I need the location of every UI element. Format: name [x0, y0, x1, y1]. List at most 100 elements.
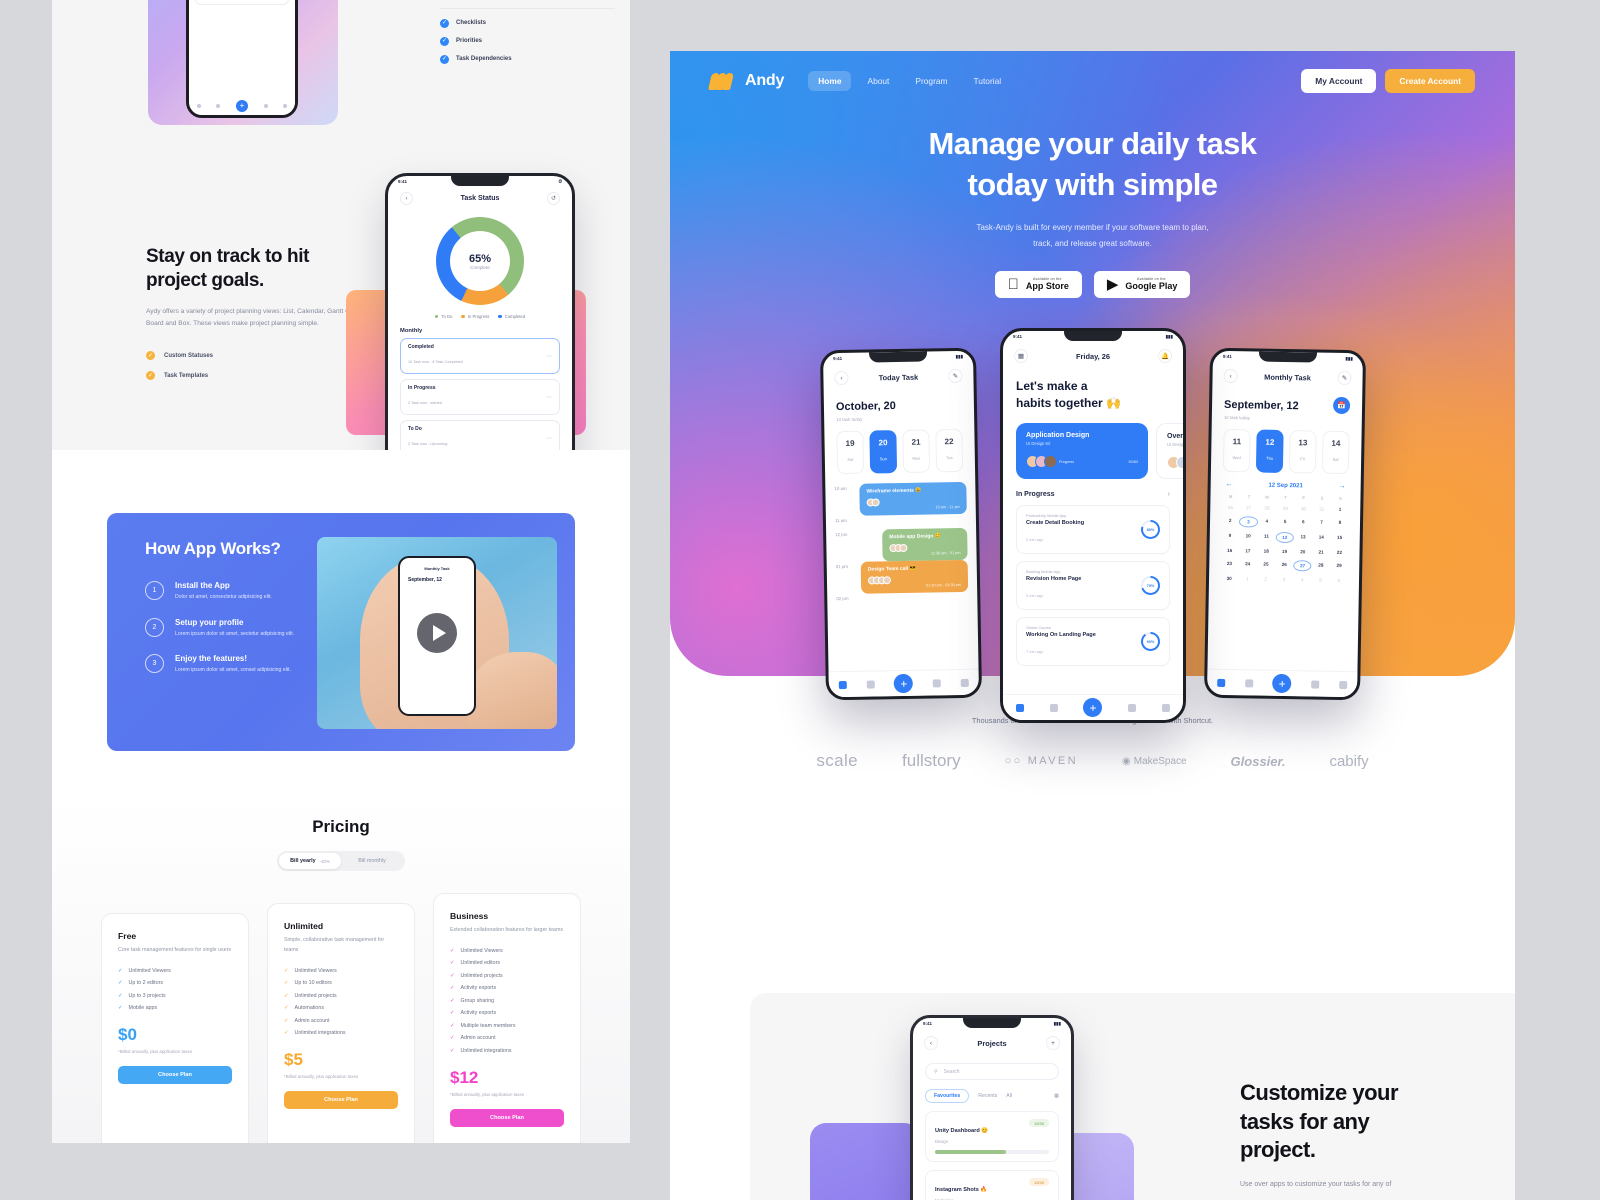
calendar-date[interactable]: 2: [1221, 516, 1239, 527]
home-icon[interactable]: [1217, 678, 1226, 687]
folder-icon[interactable]: [216, 104, 221, 108]
calendar-date[interactable]: 4: [1257, 517, 1275, 528]
calendar-date[interactable]: 17: [1239, 546, 1257, 555]
bill-yearly-option[interactable]: Bill yearly -40%: [279, 853, 341, 869]
profile-icon[interactable]: [1339, 680, 1348, 689]
day-chip[interactable]: 22 Tue: [935, 428, 964, 473]
bell-icon[interactable]: 🔔: [1158, 349, 1172, 363]
app-store-badge[interactable]:  Available on the App Store: [994, 270, 1082, 298]
project-tabs[interactable]: Favourites Recents All ▦: [913, 1080, 1071, 1103]
create-account-button[interactable]: Create Account: [1385, 69, 1475, 93]
grid-icon[interactable]: ▦: [1014, 349, 1028, 363]
add-button[interactable]: +: [1272, 673, 1292, 694]
back-icon[interactable]: ‹: [400, 192, 413, 205]
bill-monthly-option[interactable]: Bill monthly: [341, 853, 403, 869]
tab-all[interactable]: All: [1006, 1093, 1012, 1099]
folder-icon[interactable]: [866, 679, 875, 689]
calendar-date[interactable]: 26: [1221, 503, 1239, 512]
calendar-date[interactable]: 13: [1294, 532, 1312, 543]
status-row[interactable]: Completed 10 Task now - 8 Task Completed…: [400, 338, 560, 374]
more-icon[interactable]: ⋯: [546, 435, 552, 442]
calendar-date[interactable]: 29: [1330, 561, 1348, 572]
calendar-date[interactable]: 29: [1276, 504, 1294, 513]
profile-icon[interactable]: [1162, 703, 1171, 712]
chat-icon[interactable]: [932, 678, 942, 687]
nav-item-home[interactable]: Home: [808, 71, 852, 91]
day-chip[interactable]: 11 Wed: [1222, 428, 1251, 473]
calendar-date[interactable]: 12: [1275, 531, 1294, 544]
home-icon[interactable]: [1015, 703, 1024, 712]
back-icon[interactable]: ‹: [1223, 368, 1238, 384]
calendar-date[interactable]: 22: [1330, 548, 1348, 557]
calendar-date[interactable]: 23: [1220, 559, 1238, 570]
calendar-date[interactable]: 28: [1312, 560, 1330, 571]
timeline-event[interactable]: Design Team call 😎 01:30 pm - 03:30 pm: [860, 559, 969, 594]
chat-icon[interactable]: [1311, 679, 1320, 689]
calendar-date[interactable]: 21: [1312, 547, 1330, 556]
calendar-date[interactable]: 18: [1257, 547, 1275, 556]
calendar-date[interactable]: 7: [1312, 517, 1330, 528]
home-icon[interactable]: [838, 680, 847, 689]
nav-item-tutorial[interactable]: Tutorial: [964, 71, 1012, 91]
calendar-date[interactable]: 30: [1220, 574, 1238, 583]
grid-view-icon[interactable]: ▦: [1054, 1093, 1059, 1099]
calendar-date[interactable]: 1: [1331, 505, 1349, 514]
search-input[interactable]: ⚲ Search: [925, 1063, 1059, 1080]
calendar-date[interactable]: 11: [1257, 532, 1275, 543]
day-chip-selected[interactable]: 20 Sun: [869, 430, 898, 474]
back-icon[interactable]: ‹: [834, 370, 849, 386]
status-row[interactable]: In Progress 2 Task now - started ⋯: [400, 379, 560, 415]
phone-tabbar[interactable]: +: [1003, 694, 1183, 720]
task-card[interactable]: Productivity Mobile App Create Detail Bo…: [1016, 505, 1170, 555]
calendar-date[interactable]: 3: [1275, 575, 1293, 584]
calendar-date[interactable]: 8: [1331, 518, 1349, 529]
calendar-date[interactable]: 6: [1330, 576, 1348, 585]
play-button[interactable]: [417, 613, 457, 653]
timeline-event[interactable]: Mobile app Design 😊 11:30 am - 01 pm: [882, 527, 968, 562]
home-icon[interactable]: [196, 104, 201, 108]
more-icon[interactable]: ⋯: [546, 394, 552, 401]
add-button[interactable]: +: [235, 100, 248, 112]
folder-icon[interactable]: [1049, 703, 1058, 712]
phone-tabbar[interactable]: +: [1207, 668, 1358, 698]
calendar-grid[interactable]: M T W T F S S 26 27 28 29 30 31 1 2 3 4 5 6 7 8 9 10 11 12 13 14 15…: [1220, 494, 1350, 585]
chat-icon[interactable]: [1128, 703, 1137, 712]
edit-icon[interactable]: ✎: [1337, 370, 1352, 386]
add-icon[interactable]: +: [1045, 1036, 1060, 1050]
phone-tabbar[interactable]: +: [828, 668, 979, 698]
project-card[interactable]: 10/30 Unity Dashboard 😊 Design: [925, 1111, 1059, 1162]
google-play-badge[interactable]: ▶ Available on the Google Play: [1093, 270, 1191, 298]
calendar-date[interactable]: 25: [1257, 560, 1275, 571]
chevron-right-icon[interactable]: ›: [1168, 491, 1170, 498]
nav-item-about[interactable]: About: [857, 71, 899, 91]
calendar-date[interactable]: 14: [1312, 532, 1330, 543]
next-month-icon[interactable]: →: [1339, 483, 1346, 490]
calendar-date[interactable]: 19: [1275, 547, 1293, 556]
choose-plan-button[interactable]: Choose Plan: [284, 1091, 398, 1110]
day-chip-selected[interactable]: 12 Thu: [1255, 429, 1284, 473]
day-chip[interactable]: 19 Sat: [836, 430, 865, 475]
video-thumbnail[interactable]: Monthly Task September, 12: [317, 537, 557, 729]
brand-logo[interactable]: Andy: [708, 72, 784, 90]
billing-toggle[interactable]: Bill yearly -40% Bill monthly: [277, 851, 405, 871]
choose-plan-button[interactable]: Choose Plan: [450, 1108, 564, 1127]
calendar-date[interactable]: 26: [1275, 560, 1293, 571]
calendar-date[interactable]: 4: [1293, 575, 1311, 584]
day-chip[interactable]: 14 Sat: [1321, 430, 1350, 475]
task-card[interactable]: Online Course Working On Landing Page 7 …: [1016, 617, 1170, 667]
calendar-date[interactable]: 3: [1239, 516, 1258, 528]
profile-icon[interactable]: [960, 678, 969, 687]
nav-item-program[interactable]: Program: [905, 71, 957, 91]
back-icon[interactable]: ‹: [924, 1036, 938, 1050]
edit-icon[interactable]: ✎: [948, 368, 963, 384]
day-selector[interactable]: 19 Sat 20 Sun 21 Mon 22 Tue: [824, 420, 975, 475]
phone-tabbar[interactable]: +: [189, 97, 295, 115]
chat-icon[interactable]: [263, 104, 268, 108]
calendar-date[interactable]: 27: [1293, 560, 1312, 572]
calendar-date[interactable]: 27: [1239, 503, 1257, 512]
habit-card[interactable]: Overview UI Design: [1156, 423, 1183, 480]
task-card[interactable]: Banking Mobile App Revision Home Page 5 …: [1016, 561, 1170, 611]
day-chip[interactable]: 13 Fri: [1288, 430, 1317, 474]
calendar-date[interactable]: 1: [1238, 574, 1256, 583]
calendar-date[interactable]: 5: [1276, 517, 1294, 528]
